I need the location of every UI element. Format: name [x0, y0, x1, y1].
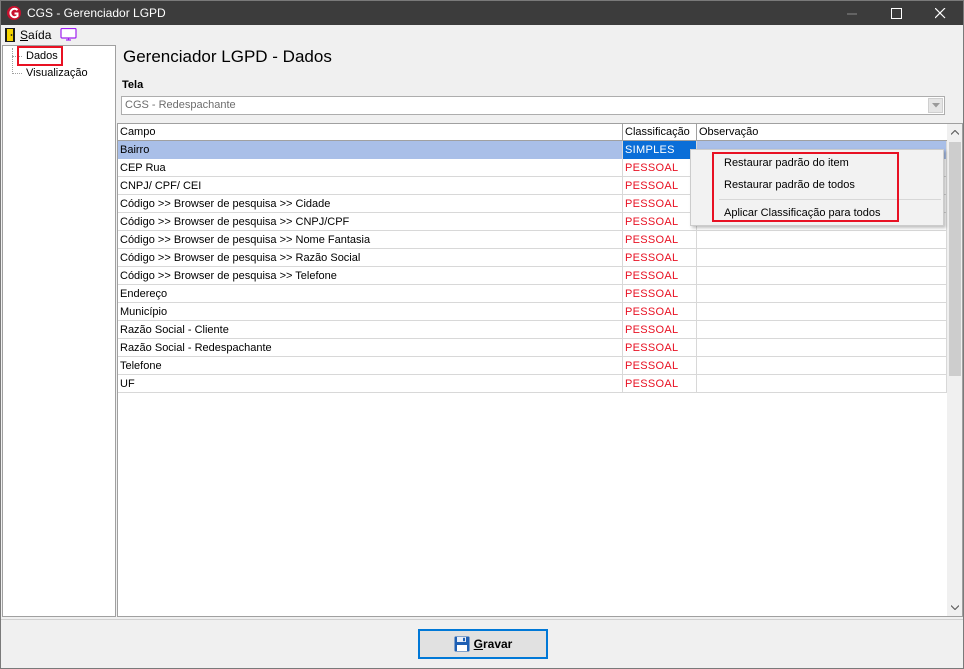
cell-classificacao[interactable]: PESSOAL — [623, 177, 697, 195]
cell-campo[interactable]: Bairro — [118, 141, 623, 159]
exit-door-icon[interactable] — [5, 28, 15, 42]
tela-dropdown-button[interactable] — [928, 98, 943, 113]
cell-observacao[interactable] — [697, 375, 947, 393]
maximize-button[interactable] — [873, 1, 919, 25]
cell-classificacao[interactable]: PESSOAL — [623, 213, 697, 231]
scroll-up-button[interactable] — [947, 124, 962, 141]
cell-classificacao[interactable]: PESSOAL — [623, 321, 697, 339]
menu-exit-mnemonic: S — [20, 28, 29, 42]
navigation-tree: Dados Visualização — [2, 45, 116, 617]
table-row[interactable]: Telefone PESSOAL — [118, 357, 947, 375]
cell-observacao[interactable] — [697, 249, 947, 267]
column-header-classificacao[interactable]: Classificação — [623, 124, 697, 141]
highlight-box — [712, 152, 899, 222]
cell-campo[interactable]: Código >> Browser de pesquisa >> Cidade — [118, 195, 623, 213]
close-button[interactable] — [917, 1, 963, 25]
table-row[interactable]: UF PESSOAL — [118, 375, 947, 393]
chevron-down-icon — [931, 103, 940, 108]
cell-observacao[interactable] — [697, 357, 947, 375]
cell-classificacao[interactable]: PESSOAL — [623, 303, 697, 321]
tela-label: Tela — [122, 79, 144, 91]
table-row[interactable]: Endereço PESSOAL — [118, 285, 947, 303]
menu-exit[interactable]: Saída — [20, 28, 51, 42]
cell-campo[interactable]: UF — [118, 375, 623, 393]
save-label-rest: ravar — [482, 637, 513, 651]
cell-campo[interactable]: Código >> Browser de pesquisa >> Telefon… — [118, 267, 623, 285]
table-row[interactable]: Razão Social - Cliente PESSOAL — [118, 321, 947, 339]
table-row[interactable]: Município PESSOAL — [118, 303, 947, 321]
cell-classificacao[interactable]: PESSOAL — [623, 159, 697, 177]
cell-classificacao[interactable]: PESSOAL — [623, 375, 697, 393]
vertical-scrollbar[interactable] — [947, 124, 962, 616]
close-icon — [934, 7, 945, 18]
scroll-thumb[interactable] — [949, 142, 961, 376]
context-menu: Restaurar padrão do item Restaurar padrã… — [690, 149, 944, 226]
tree-connector — [12, 48, 13, 74]
cell-campo[interactable]: Código >> Browser de pesquisa >> Razão S… — [118, 249, 623, 267]
cell-classificacao[interactable]: PESSOAL — [623, 339, 697, 357]
cell-campo[interactable]: Razão Social - Redespachante — [118, 339, 623, 357]
column-header-observacao[interactable]: Observação — [697, 124, 947, 141]
maximize-icon — [890, 7, 902, 19]
save-button[interactable]: Gravar — [418, 629, 548, 659]
chevron-up-icon — [951, 130, 959, 135]
cell-campo[interactable]: CEP Rua — [118, 159, 623, 177]
table-row[interactable]: Código >> Browser de pesquisa >> Nome Fa… — [118, 231, 947, 249]
page-title: Gerenciador LGPD - Dados — [123, 47, 332, 66]
minimize-button[interactable] — [829, 1, 875, 25]
scroll-down-button[interactable] — [947, 599, 962, 616]
cell-campo[interactable]: Código >> Browser de pesquisa >> Nome Fa… — [118, 231, 623, 249]
table-row[interactable]: Código >> Browser de pesquisa >> Telefon… — [118, 267, 947, 285]
tela-combobox[interactable]: CGS - Redespachante — [121, 96, 945, 115]
cell-classificacao[interactable]: PESSOAL — [623, 249, 697, 267]
app-window: CGS - Gerenciador LGPD Saída Dados Visua — [0, 0, 964, 669]
menu-exit-label: aída — [28, 28, 52, 42]
save-button-label: Gravar — [474, 637, 513, 651]
cell-observacao[interactable] — [697, 321, 947, 339]
cell-campo[interactable]: Endereço — [118, 285, 623, 303]
minimize-icon — [846, 13, 857, 14]
column-header-campo[interactable]: Campo — [118, 124, 623, 141]
table-row[interactable]: Razão Social - Redespachante PESSOAL — [118, 339, 947, 357]
monitor-icon[interactable] — [60, 28, 77, 41]
cell-classificacao[interactable]: SIMPLES — [623, 141, 697, 159]
footer-divider — [1, 619, 963, 620]
cell-classificacao[interactable]: PESSOAL — [623, 285, 697, 303]
cell-campo[interactable]: Razão Social - Cliente — [118, 321, 623, 339]
highlight-box — [17, 46, 63, 66]
menu-bar: Saída — [1, 25, 963, 45]
tree-item-visualizacao[interactable]: Visualização — [24, 67, 90, 79]
cell-classificacao[interactable]: PESSOAL — [623, 195, 697, 213]
cell-campo[interactable]: Município — [118, 303, 623, 321]
cell-observacao[interactable] — [697, 231, 947, 249]
tela-combobox-value: CGS - Redespachante — [125, 99, 236, 111]
cell-observacao[interactable] — [697, 303, 947, 321]
cell-campo[interactable]: CNPJ/ CPF/ CEI — [118, 177, 623, 195]
title-bar: CGS - Gerenciador LGPD — [1, 1, 963, 25]
chevron-down-icon — [951, 605, 959, 610]
cell-classificacao[interactable]: PESSOAL — [623, 267, 697, 285]
cell-observacao[interactable] — [697, 339, 947, 357]
cell-campo[interactable]: Telefone — [118, 357, 623, 375]
window-title: CGS - Gerenciador LGPD — [27, 6, 166, 20]
floppy-disk-icon — [454, 636, 470, 652]
cell-observacao[interactable] — [697, 267, 947, 285]
cell-classificacao[interactable]: PESSOAL — [623, 357, 697, 375]
cgs-logo-icon — [7, 6, 21, 20]
grid-header: Campo Classificação Observação — [118, 124, 947, 141]
tree-connector — [12, 73, 22, 74]
cell-classificacao[interactable]: PESSOAL — [623, 231, 697, 249]
cell-observacao[interactable] — [697, 285, 947, 303]
table-row[interactable]: Código >> Browser de pesquisa >> Razão S… — [118, 249, 947, 267]
cell-campo[interactable]: Código >> Browser de pesquisa >> CNPJ/CP… — [118, 213, 623, 231]
save-mnemonic: G — [473, 637, 483, 651]
